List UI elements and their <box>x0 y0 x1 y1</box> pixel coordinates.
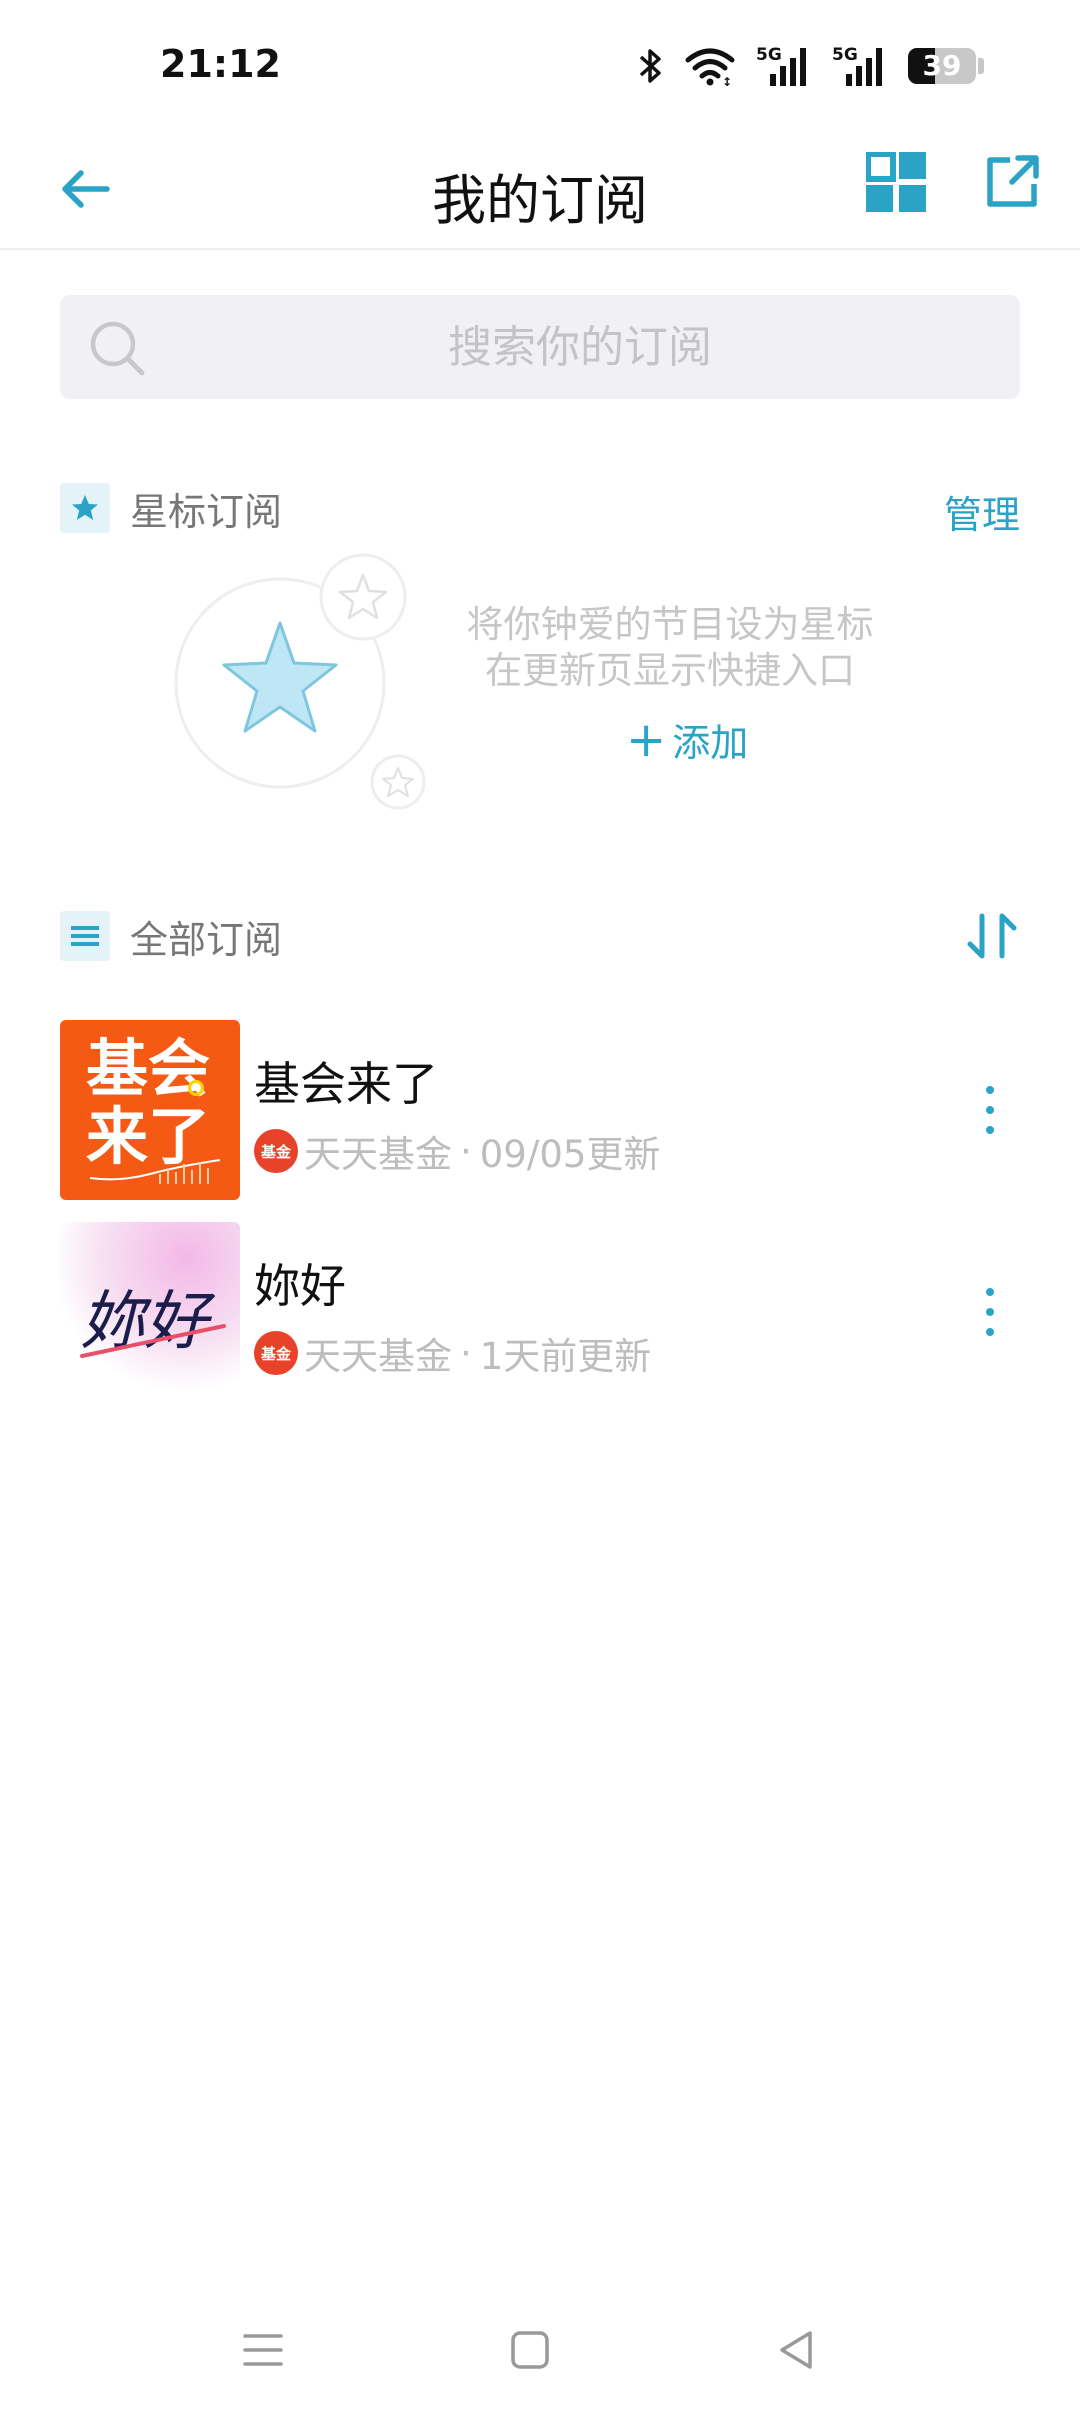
home-button[interactable] <box>500 2320 560 2380</box>
author-avatar: 基金 <box>254 1331 298 1375</box>
meta-separator: · <box>460 1331 472 1375</box>
podcast-cover: 基会 来了 <box>60 1020 240 1200</box>
title-bar: 我的订阅 <box>0 130 1080 250</box>
item-meta: 基金 天天基金 · 09/05更新 <box>254 1124 660 1178</box>
external-link-icon <box>987 155 1039 207</box>
grid-view-icon <box>865 151 926 212</box>
list-section-icon <box>60 911 110 961</box>
plus-icon: + <box>626 711 667 768</box>
status-bar: 21:12 ↕ 5G 5G 39 <box>0 0 1080 130</box>
search-icon <box>90 321 145 376</box>
more-dot <box>986 1308 994 1316</box>
subscription-item[interactable]: 妳好 妳好 基金 天天基金 · 1天前更新 <box>60 1222 1020 1402</box>
search-input[interactable] <box>160 295 1000 399</box>
star-empty-illustration <box>174 553 426 810</box>
starred-empty-line-2: 在更新页显示快捷入口 <box>485 649 855 692</box>
square-icon <box>511 2331 549 2369</box>
signal-icon-2: 5G <box>832 45 882 86</box>
status-time: 21:12 <box>160 42 281 86</box>
more-options-button[interactable] <box>970 1282 1010 1342</box>
all-section-title: 全部订阅 <box>130 917 283 962</box>
add-label: 添加 <box>672 721 749 765</box>
meta-separator: · <box>460 1129 472 1173</box>
more-options-button[interactable] <box>970 1080 1010 1140</box>
manage-button[interactable]: 管理 <box>944 484 1020 539</box>
sort-button[interactable] <box>964 908 1020 964</box>
menu-icon <box>243 2334 283 2366</box>
network-label-2: 5G <box>832 45 858 65</box>
star-section-icon <box>60 483 110 533</box>
battery-tip <box>978 58 984 74</box>
subscription-item[interactable]: 基会 来了 基会来了 基金 天天基金 · 09/05更新 <box>60 1020 1020 1200</box>
swoosh-decoration <box>80 1324 226 1358</box>
chart-wave-icon <box>90 1159 220 1184</box>
battery-percent: 39 <box>922 49 962 82</box>
share-button[interactable] <box>982 152 1052 222</box>
status-icons: ↕ 5G 5G 39 <box>638 44 984 88</box>
signal-icon-1: 5G <box>756 45 806 86</box>
battery-indicator: 39 <box>908 48 976 84</box>
bluetooth-icon <box>639 49 661 83</box>
starred-section-title: 星标订阅 <box>130 489 283 534</box>
author-avatar: 基金 <box>254 1129 298 1173</box>
svg-text:↕: ↕ <box>722 75 732 86</box>
podcast-cover: 妳好 <box>60 1222 240 1402</box>
grid-view-button[interactable] <box>865 151 936 222</box>
starred-section-header: 星标订阅 管理 <box>60 480 1020 539</box>
item-updated: 09/05更新 <box>479 1133 661 1176</box>
item-author: 天天基金 <box>304 1335 452 1378</box>
item-author: 天天基金 <box>304 1133 452 1176</box>
system-nav-bar <box>0 2300 1080 2412</box>
item-title: 妳好 <box>254 1259 346 1313</box>
starred-empty-line-1: 将你钟爱的节目设为星标 <box>466 603 874 646</box>
wifi-icon: ↕ <box>685 48 735 86</box>
network-label-1: 5G <box>756 45 782 65</box>
sort-icon <box>967 913 1017 959</box>
item-title: 基会来了 <box>254 1057 438 1111</box>
coin-icon <box>188 1080 204 1096</box>
more-dot <box>986 1126 994 1134</box>
all-section-header: 全部订阅 <box>60 908 1020 964</box>
triangle-back-icon <box>780 2331 812 2369</box>
item-meta: 基金 天天基金 · 1天前更新 <box>254 1326 651 1380</box>
more-dot <box>986 1328 994 1336</box>
recent-apps-button[interactable] <box>233 2320 293 2380</box>
add-starred-button[interactable]: + 添加 <box>626 712 748 767</box>
more-dot <box>986 1086 994 1094</box>
back-nav-button[interactable] <box>766 2320 826 2380</box>
more-dot <box>986 1288 994 1296</box>
search-box[interactable] <box>60 295 1020 399</box>
item-updated: 1天前更新 <box>479 1335 652 1378</box>
more-dot <box>986 1106 994 1114</box>
